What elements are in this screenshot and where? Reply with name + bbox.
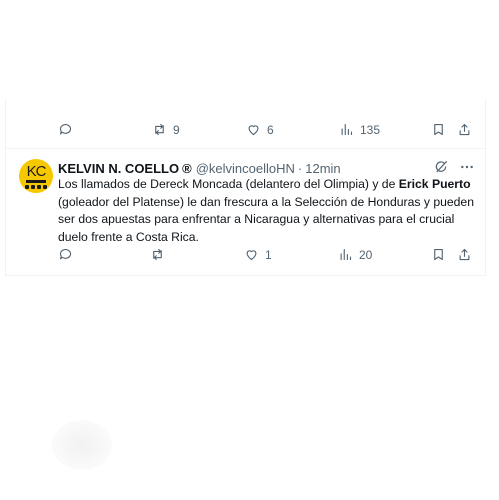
reply-button[interactable] (58, 247, 79, 262)
prev-views-button[interactable]: 135 (339, 122, 380, 137)
header-separator: · (297, 160, 303, 176)
grok-icon[interactable] (433, 159, 449, 175)
bookmark-icon (434, 248, 443, 261)
more-icon[interactable] (459, 159, 475, 175)
avatar-logo-text: KC (26, 163, 47, 180)
tweet-timestamp[interactable]: 12min (305, 161, 340, 176)
tweet-text: Los llamados de Dereck Moncada (delanter… (58, 176, 478, 246)
tweet-actions: 1 20 (6, 247, 485, 267)
author-badge: ® (182, 160, 192, 176)
retweet-icon (155, 123, 164, 136)
prev-like-count: 6 (267, 122, 274, 137)
avatar-logo-dots (25, 185, 47, 189)
retweet-icon (153, 248, 162, 261)
views-icon (340, 248, 352, 261)
prev-like-button[interactable]: 6 (246, 122, 274, 137)
tweet-text-mention: Erick Puerto (398, 177, 471, 191)
tweet-header-actions (433, 159, 475, 175)
views-count: 20 (359, 247, 373, 262)
share-icon (459, 248, 470, 261)
avatar[interactable]: KC (19, 159, 53, 193)
reply-icon (59, 123, 72, 135)
tweet[interactable]: KC KELVIN N. COELLO ® @kelvincoelloHN · … (6, 149, 485, 275)
author-name[interactable]: KELVIN N. COELLO (58, 161, 179, 176)
prev-retweet-count: 9 (173, 122, 180, 137)
like-icon (248, 125, 259, 136)
bookmark-icon (434, 123, 443, 136)
reply-icon (59, 248, 72, 260)
prev-share-button[interactable] (457, 122, 472, 137)
like-button[interactable]: 1 (244, 247, 272, 262)
previous-tweet-actions: 9 6 135 (6, 100, 485, 149)
background-smudge (52, 420, 112, 470)
tweet-text-part2: (goleador del Platense) le dan frescura … (58, 194, 474, 244)
prev-views-count: 135 (360, 122, 381, 137)
prev-bookmark-button[interactable] (431, 122, 446, 137)
author-handle[interactable]: @kelvincoelloHN (196, 161, 295, 176)
avatar-logo-band (26, 180, 46, 183)
tweet-text-part1: Los llamados de Dereck Moncada (delanter… (58, 177, 399, 191)
views-icon (341, 123, 353, 136)
retweet-button[interactable] (150, 247, 171, 262)
views-button[interactable]: 20 (338, 247, 372, 262)
timeline-card: 9 6 135 KC KELVIN N. COELLO ® @kelvincoe… (5, 100, 486, 276)
share-button[interactable] (457, 247, 472, 262)
bookmark-button[interactable] (431, 247, 446, 262)
prev-reply-button[interactable] (58, 122, 73, 137)
share-icon (459, 123, 470, 136)
prev-retweet-button[interactable]: 9 (152, 122, 180, 137)
tweet-header: KELVIN N. COELLO ® @kelvincoelloHN · 12m… (58, 159, 475, 177)
like-count: 1 (265, 247, 272, 262)
like-icon (246, 250, 257, 261)
